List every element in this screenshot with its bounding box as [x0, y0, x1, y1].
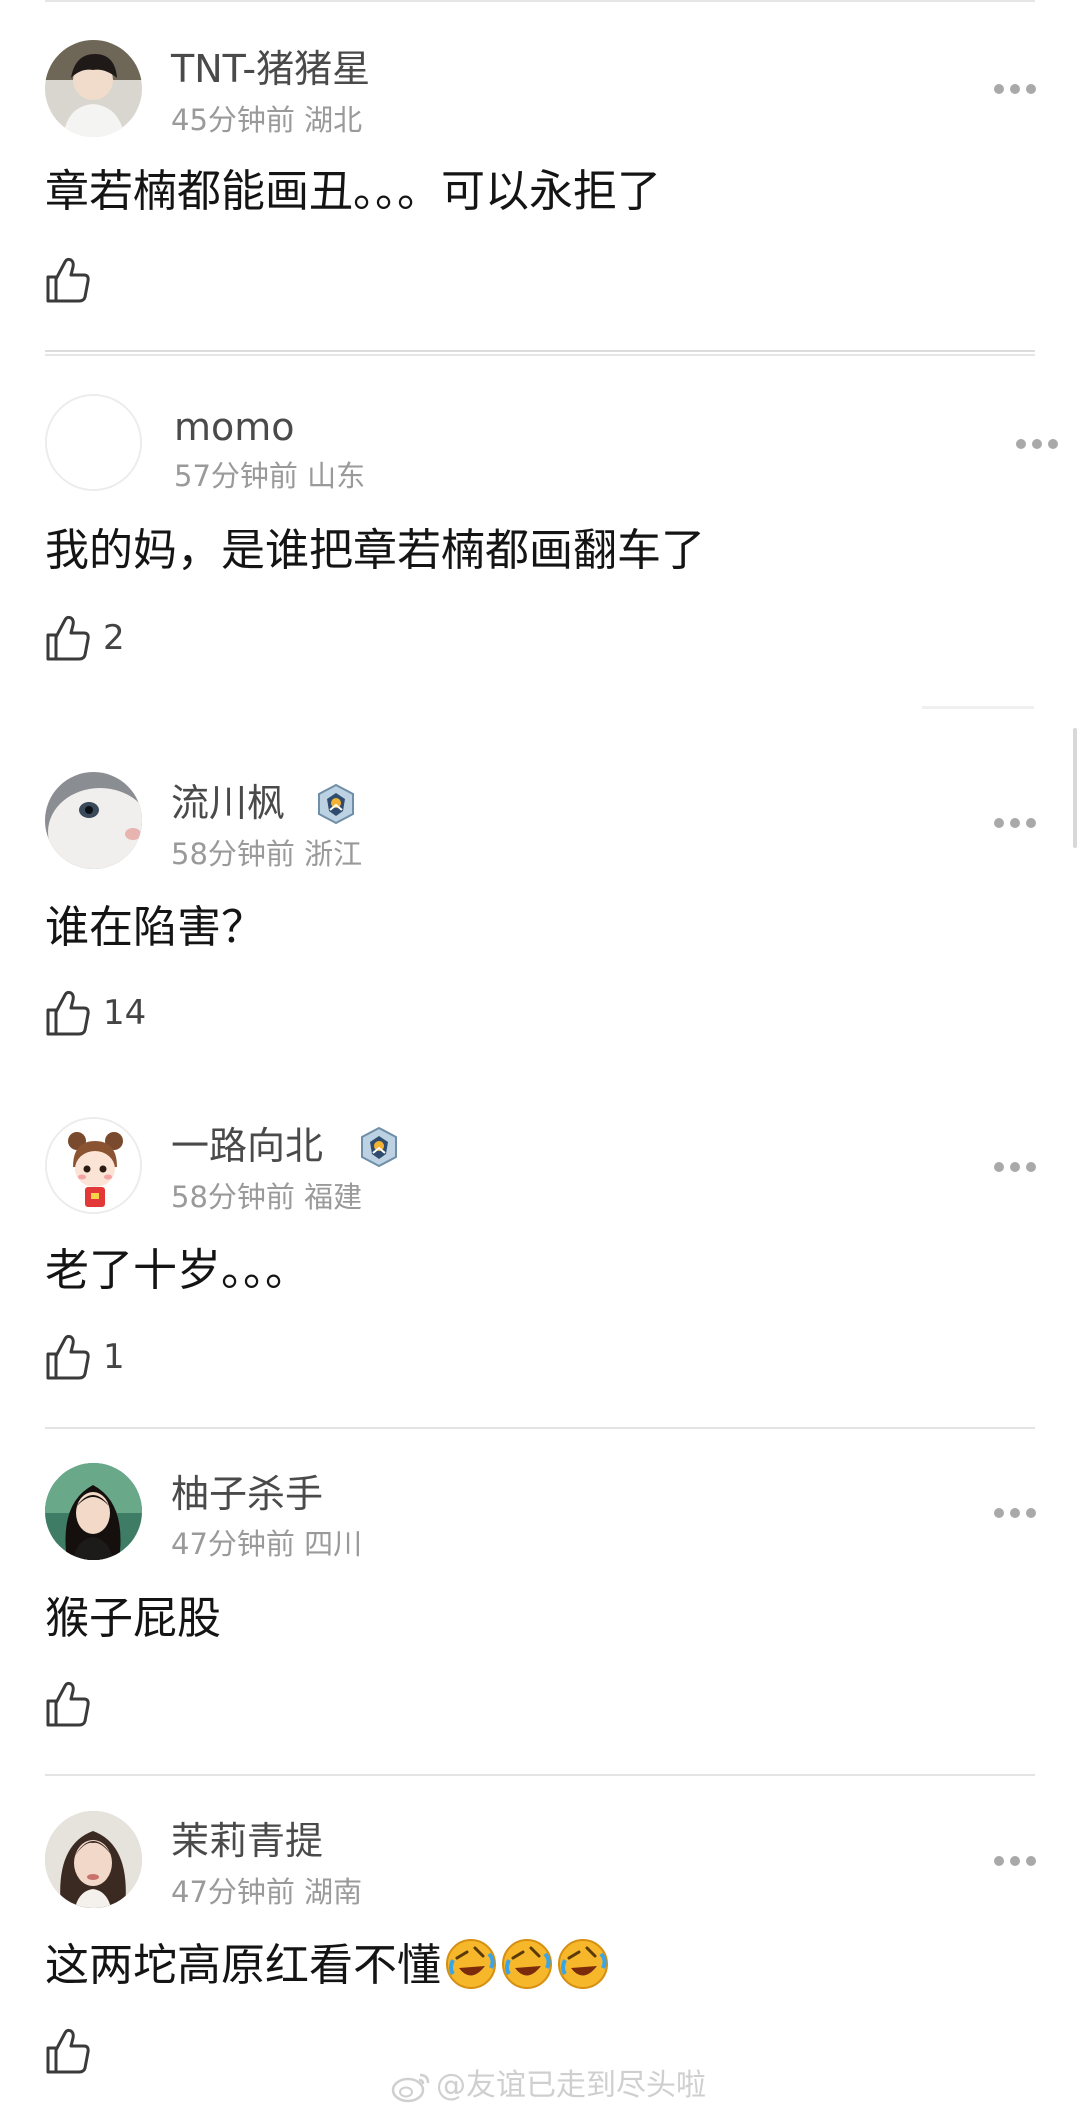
like-button[interactable]	[45, 2026, 103, 2076]
thumbs-up-icon	[46, 1681, 90, 1727]
comment-divider	[45, 350, 1035, 356]
more-options-icon[interactable]	[993, 82, 1037, 96]
comment-feed: TNT-猪猪星 45分钟前 湖北 章若楠都能画丑。。。可以永拒了 momo 57…	[0, 0, 1080, 2113]
thumbs-up-icon	[46, 990, 90, 1036]
rolling-laughing-emoji-icon	[501, 1938, 553, 1990]
watermark-text: @友谊已走到尽头啦	[436, 2068, 706, 2103]
thumbs-up-icon	[46, 615, 90, 661]
weibo-watermark: @友谊已走到尽头啦	[390, 2068, 706, 2104]
comment-meta: 58分钟前 福建	[171, 1179, 362, 1215]
comment-time: 58分钟前	[171, 837, 295, 871]
more-options-icon[interactable]	[993, 1854, 1037, 1868]
comment-time: 58分钟前	[171, 1180, 295, 1214]
rolling-laughing-emoji-icon	[557, 1938, 609, 1990]
comment-location: 浙江	[304, 837, 363, 871]
comment-time: 45分钟前	[171, 103, 295, 137]
username[interactable]: TNT-猪猪星	[171, 46, 370, 92]
comment-text: 谁在陷害？	[45, 902, 265, 953]
comment-divider	[45, 1427, 1035, 1429]
comment-meta: 47分钟前 四川	[171, 1526, 362, 1562]
comment-time: 57分钟前	[174, 459, 298, 493]
comment-location: 湖南	[304, 1875, 363, 1909]
more-options-icon[interactable]	[993, 816, 1037, 830]
username[interactable]: momo	[174, 404, 295, 450]
weibo-logo-icon	[391, 2073, 430, 2103]
comment-text: 我的妈，是谁把章若楠都画翻车了	[45, 525, 705, 576]
user-badge-icon	[361, 1126, 397, 1168]
comment-meta: 47分钟前 湖南	[171, 1874, 362, 1910]
faint-separator	[922, 706, 1034, 709]
comment-location: 福建	[304, 1180, 363, 1214]
like-button[interactable]: 14	[45, 988, 146, 1038]
avatar[interactable]	[45, 394, 142, 491]
more-options-icon[interactable]	[993, 1506, 1037, 1520]
comment-text: 猴子屁股	[45, 1593, 221, 1644]
user-badge-icon	[318, 783, 354, 825]
avatar[interactable]	[45, 1117, 142, 1214]
avatar[interactable]	[45, 40, 142, 137]
comment-time: 47分钟前	[171, 1527, 295, 1561]
comment-text: 这两坨高原红看不懂	[45, 1938, 609, 1994]
avatar[interactable]	[45, 1463, 142, 1560]
like-button[interactable]	[45, 1679, 103, 1729]
rolling-laughing-emoji-icon	[445, 1938, 497, 1990]
top-divider	[45, 0, 1035, 2]
comment-location: 山东	[307, 459, 366, 493]
comment-meta: 45分钟前 湖北	[171, 102, 362, 138]
like-count: 1	[103, 1337, 125, 1377]
comment-meta: 57分钟前 山东	[174, 458, 365, 494]
thumbs-up-icon	[46, 257, 90, 303]
avatar[interactable]	[45, 772, 142, 869]
comment-divider	[45, 1774, 1035, 1776]
thumbs-up-icon	[46, 2028, 90, 2074]
more-options-icon[interactable]	[993, 1160, 1037, 1174]
scrollbar[interactable]	[1073, 728, 1077, 848]
username[interactable]: 一路向北	[171, 1123, 323, 1169]
username[interactable]: 柚子杀手	[171, 1471, 323, 1517]
thumbs-up-icon	[46, 1334, 90, 1380]
like-count: 14	[103, 993, 147, 1033]
username[interactable]: 流川枫	[171, 780, 285, 826]
like-button[interactable]: 1	[45, 1332, 125, 1382]
comment-time: 47分钟前	[171, 1875, 295, 1909]
like-button[interactable]: 2	[45, 613, 125, 663]
more-options-icon[interactable]	[1015, 437, 1059, 451]
comment-text-content: 这两坨高原红看不懂	[45, 1940, 441, 1991]
comment-location: 湖北	[304, 103, 363, 137]
comment-text: 章若楠都能画丑。。。可以永拒了	[45, 166, 661, 217]
username[interactable]: 茉莉青提	[171, 1818, 323, 1864]
comment-text: 老了十岁。。。	[45, 1245, 309, 1296]
comment-location: 四川	[304, 1527, 363, 1561]
like-count: 2	[103, 618, 125, 658]
like-button[interactable]	[45, 255, 103, 305]
comment-meta: 58分钟前 浙江	[171, 836, 362, 872]
avatar[interactable]	[45, 1811, 142, 1908]
